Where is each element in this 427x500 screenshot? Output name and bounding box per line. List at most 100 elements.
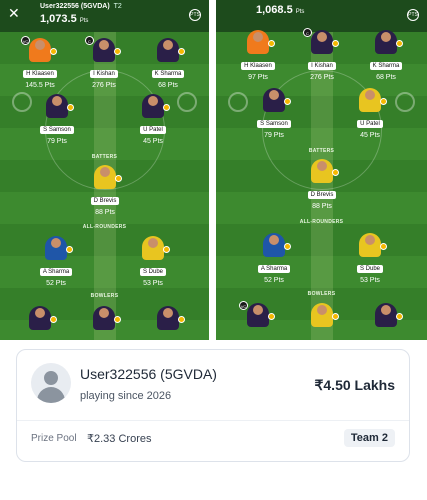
player-name: I Kishan (90, 70, 118, 78)
player-card[interactable] (14, 306, 66, 330)
player-name: I Kishan (308, 62, 336, 70)
player-card[interactable]: VC (232, 301, 284, 327)
player-card[interactable]: K Sharma 68 Pts (142, 38, 194, 89)
left-panel-header: ✕ User322556 (5GVDA) T2 1,073.5 Pts PTS (0, 0, 209, 32)
player-name: S Samson (257, 120, 291, 128)
player-card[interactable]: S Samson 79 Pts (31, 94, 83, 145)
role-badge-icon (396, 40, 403, 47)
player-card[interactable]: C I Kishan 276 Pts (296, 28, 348, 81)
role-badge-icon (50, 48, 57, 55)
player-name: A Sharma (257, 265, 291, 273)
captain-badge: C (303, 28, 312, 37)
player-avatar (263, 233, 291, 257)
player-card[interactable]: D Brevis 88 Pts (79, 165, 131, 216)
pts-badge-icon[interactable]: PTS (407, 9, 419, 21)
player-card[interactable] (296, 303, 348, 327)
player-card[interactable] (360, 303, 412, 327)
role-badge-icon (178, 48, 185, 55)
left-username: User322556 (5GVDA) (40, 3, 110, 10)
prize-pool-label: Prize Pool (31, 433, 77, 444)
player-points: 52 Pts (264, 277, 284, 284)
role-badge-icon (332, 169, 339, 176)
left-team-tag: T2 (113, 3, 122, 10)
role-badge-icon (332, 313, 339, 320)
player-points: 88 Pts (95, 209, 115, 216)
team-compare-area: ✕ User322556 (5GVDA) T2 1,073.5 Pts PTS V… (0, 0, 427, 340)
role-badge-icon (163, 104, 170, 111)
player-avatar (29, 306, 57, 330)
role-badge-icon (396, 313, 403, 320)
left-total-points: 1,073.5 (40, 13, 77, 25)
player-name: D Brevis (307, 191, 337, 199)
pts-badge-icon[interactable]: PTS (189, 9, 201, 21)
role-badge-icon (114, 316, 121, 323)
section-bowlers: BOWLERS (307, 291, 336, 297)
player-card[interactable]: A Sharma 52 Pts (30, 236, 82, 287)
role-badge-icon (66, 246, 73, 253)
player-card[interactable]: D Brevis 88 Pts (296, 159, 348, 210)
player-name: S Dube (139, 268, 166, 276)
trophy-icon (177, 92, 197, 112)
role-badge-icon (50, 316, 57, 323)
player-name: K Sharma (369, 62, 403, 70)
card-divider (17, 420, 409, 421)
role-badge-icon (380, 243, 387, 250)
user-team-card[interactable]: User322556 (5GVDA) playing since 2026 ₹4… (16, 349, 410, 462)
player-card[interactable]: S Dube 53 Pts (127, 236, 179, 287)
player-card[interactable]: H Klaasen 97 Pts (232, 30, 284, 81)
section-batters: BATTERS (91, 154, 118, 160)
user-avatar-icon (31, 363, 71, 403)
player-avatar (94, 165, 122, 189)
player-card[interactable]: K Sharma 68 Pts (360, 30, 412, 81)
role-badge-icon (284, 98, 291, 105)
player-avatar (359, 233, 387, 257)
player-card[interactable] (78, 306, 130, 330)
player-card[interactable]: C I Kishan 276 Pts (78, 36, 130, 89)
player-card[interactable]: U Patel 45 Pts (344, 88, 396, 139)
player-points: 97 Pts (248, 74, 268, 81)
player-points: 53 Pts (143, 280, 163, 287)
player-avatar: C (303, 28, 339, 54)
player-card[interactable]: S Samson 79 Pts (248, 88, 300, 139)
role-badge-icon (268, 313, 275, 320)
player-points: 79 Pts (47, 138, 67, 145)
player-avatar (359, 88, 387, 112)
player-card[interactable] (142, 306, 194, 330)
player-points: 88 Pts (312, 203, 332, 210)
card-username: User322556 (5GVDA) (80, 366, 217, 382)
player-avatar (142, 236, 170, 260)
role-badge-icon (115, 175, 122, 182)
player-card[interactable]: VC H Klaasen 145.5 Pts (14, 36, 66, 89)
player-points: 276 Pts (310, 74, 334, 81)
close-icon[interactable]: ✕ (8, 6, 20, 20)
player-avatar (46, 94, 74, 118)
role-badge-icon (163, 246, 170, 253)
role-badge-icon (67, 104, 74, 111)
left-team-panel: ✕ User322556 (5GVDA) T2 1,073.5 Pts PTS V… (0, 0, 209, 340)
player-avatar: VC (21, 36, 57, 62)
player-points: 53 Pts (360, 277, 380, 284)
team-badge: Team 2 (343, 429, 395, 447)
player-points: 45 Pts (360, 132, 380, 139)
player-points: 79 Pts (264, 132, 284, 139)
trophy-icon (12, 92, 32, 112)
player-card[interactable]: S Dube 53 Pts (344, 233, 396, 284)
role-badge-icon (178, 316, 185, 323)
player-card[interactable]: U Patel 45 Pts (127, 94, 179, 145)
player-avatar (157, 38, 185, 62)
section-batters: BATTERS (308, 148, 335, 154)
role-badge-icon (380, 98, 387, 105)
player-name: D Brevis (90, 197, 120, 205)
player-avatar: C (85, 36, 121, 62)
player-avatar (247, 30, 275, 54)
right-panel-header: 1,068.5 Pts PTS (216, 0, 427, 32)
player-name: U Patel (140, 126, 166, 134)
player-name: K Sharma (151, 70, 185, 78)
player-card[interactable]: A Sharma 52 Pts (248, 233, 300, 284)
trophy-icon (228, 92, 248, 112)
playing-since: playing since 2026 (80, 390, 172, 402)
player-points: 68 Pts (158, 82, 178, 89)
vice-captain-badge: VC (21, 36, 30, 45)
panel-divider (209, 0, 216, 340)
player-avatar (375, 30, 403, 54)
